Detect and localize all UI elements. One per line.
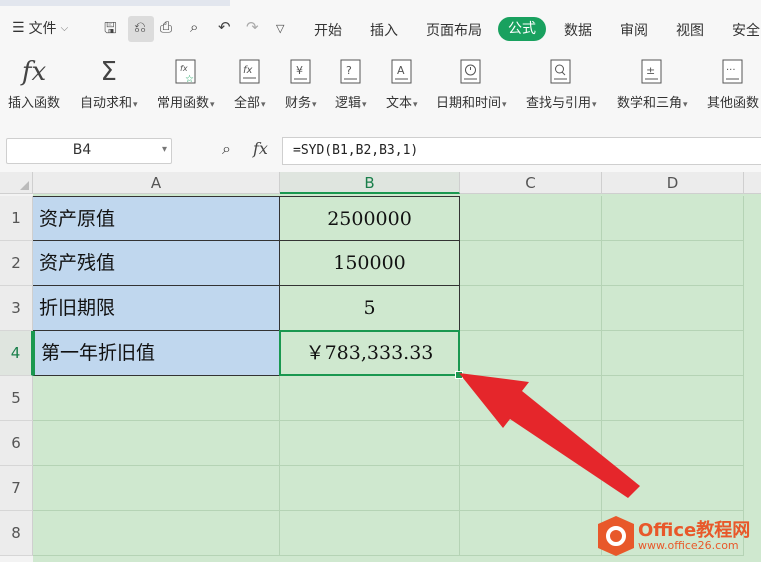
watermark: Office教程网 www.office26.com xyxy=(598,514,758,558)
annotation-arrow-icon xyxy=(459,373,640,498)
watermark-url: www.office26.com xyxy=(638,539,739,552)
arrow-shape xyxy=(459,373,640,498)
office-logo-icon xyxy=(598,516,634,556)
